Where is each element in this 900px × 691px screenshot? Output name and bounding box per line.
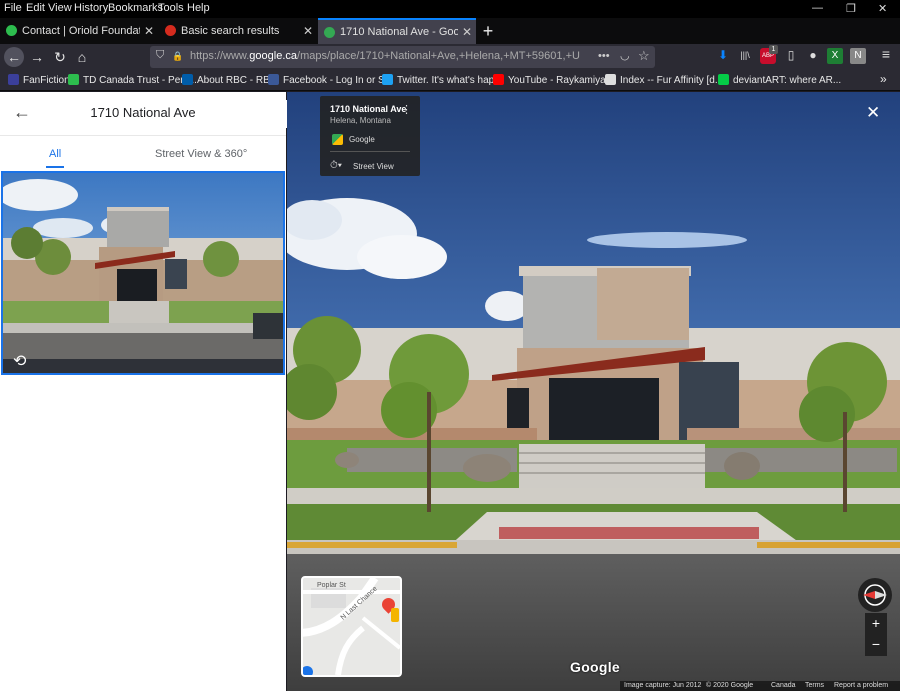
home-button[interactable]: ⌂	[72, 47, 92, 67]
adblock-count-badge: 1	[769, 45, 778, 54]
pegman-icon[interactable]	[391, 608, 399, 622]
tab-favicon	[165, 25, 176, 36]
active-tab-indicator	[46, 166, 64, 168]
menu-history[interactable]: History	[74, 2, 108, 14]
shield-icon[interactable]: ⛉	[156, 49, 164, 62]
window-close-button[interactable]: ✕	[878, 2, 887, 15]
report-problem-link[interactable]: Report a problem	[834, 681, 888, 691]
page-actions-icon[interactable]: •••	[598, 50, 610, 62]
tab-label: 1710 National Ave - Google Ma	[340, 26, 458, 38]
download-icon[interactable]: ⬇	[715, 48, 731, 64]
location-title: 1710 National Ave	[330, 104, 407, 114]
bookmarks-bar: FanFiction TD Canada Trust - Pers... Abo…	[0, 70, 900, 91]
terms-link[interactable]: Terms	[805, 681, 824, 691]
google-maps-icon	[332, 134, 343, 145]
country-link[interactable]: Canada	[771, 681, 796, 691]
tab-bar: Contact | Oriold Foundation ✕ Basic sear…	[0, 18, 900, 44]
twitter-icon	[382, 74, 393, 85]
navigation-bar: ← → ↻ ⌂ ⛉ 🔒 https://www.google.ca/maps/p…	[0, 44, 900, 70]
bookmark-youtube[interactable]: YouTube - Raykamiya'...	[493, 74, 616, 86]
tab-favicon	[324, 27, 335, 38]
time-travel-icon[interactable]: ⏱▾	[330, 160, 342, 171]
zoom-out-button[interactable]: −	[865, 634, 887, 656]
menu-file[interactable]: File	[4, 2, 22, 14]
tab-street-view-360[interactable]: Street View & 360°	[155, 148, 247, 160]
tab-favicon	[6, 25, 17, 36]
pocket-icon[interactable]: ◡	[620, 49, 630, 62]
location-info-card: 1710 National Ave Helena, Montana ⋮ Goog…	[320, 96, 420, 176]
facebook-icon	[268, 74, 279, 85]
panel-header: ← 1710 National Ave	[0, 92, 286, 136]
side-panel: ← 1710 National Ave All Street View & 36…	[0, 92, 286, 691]
tab-google-maps[interactable]: 1710 National Ave - Google Ma ✕	[318, 18, 476, 44]
menu-bar: File Edit View History Bookmarks Tools H…	[0, 0, 900, 18]
copyright-text: © 2020 Google	[706, 682, 754, 689]
tab-search-results[interactable]: Basic search results ✕	[159, 18, 317, 44]
attribution-bar: Image capture: Jun 2012 © 2020 Google Ca…	[620, 681, 900, 691]
library-icon[interactable]: |||\	[737, 50, 753, 66]
back-button[interactable]: ←	[4, 47, 24, 67]
imagery-source[interactable]: Google	[349, 135, 375, 144]
extension-n-icon[interactable]: N	[850, 48, 866, 64]
location-subtitle: Helena, Montana	[330, 116, 391, 125]
rbc-icon	[182, 74, 193, 85]
fanfiction-icon	[8, 74, 19, 85]
menu-view[interactable]: View	[48, 2, 72, 14]
bookmarks-overflow-icon[interactable]: »	[880, 72, 887, 86]
extension-excel-icon[interactable]: X	[827, 48, 843, 64]
bookmark-facebook[interactable]: Facebook - Log In or S...	[268, 74, 393, 86]
tab-close-icon[interactable]: ✕	[144, 18, 154, 44]
restore-button[interactable]: ❐	[846, 2, 856, 15]
bookmark-star-icon[interactable]: ☆	[638, 48, 650, 64]
compass-icon[interactable]	[858, 578, 892, 612]
google-logo: Google	[570, 659, 621, 675]
menu-help[interactable]: Help	[187, 2, 210, 14]
tab-all[interactable]: All	[49, 148, 61, 160]
bookmark-rbc[interactable]: About RBC - RBC	[182, 74, 277, 86]
bookmark-deviantart[interactable]: deviantART: where AR...	[718, 74, 841, 86]
minimize-button[interactable]: —	[812, 2, 823, 14]
menu-bookmarks[interactable]: Bookmarks	[108, 2, 163, 14]
furaffinity-icon	[605, 74, 616, 85]
tab-close-icon[interactable]: ✕	[303, 18, 313, 44]
lock-icon[interactable]: 🔒	[172, 51, 183, 62]
tab-label: Basic search results	[181, 25, 280, 37]
menu-tools[interactable]: Tools	[158, 2, 184, 14]
td-icon	[68, 74, 79, 85]
tab-label: Contact | Oriold Foundation	[22, 25, 140, 37]
street-label-poplar: Poplar St	[317, 582, 346, 589]
tab-close-icon[interactable]: ✕	[462, 20, 472, 44]
url-bar[interactable]: ⛉ 🔒 https://www.google.ca/maps/place/171…	[150, 46, 655, 68]
image-capture-date: Image capture: Jun 2012	[624, 682, 702, 689]
kebab-menu-icon[interactable]: ⋮	[401, 103, 412, 116]
bookmark-twitter[interactable]: Twitter. It's what's hap...	[382, 74, 503, 86]
card-divider	[330, 151, 410, 152]
street-view-thumbnail[interactable]: ⟲	[1, 171, 285, 375]
new-tab-button[interactable]: +	[479, 18, 497, 44]
menu-edit[interactable]: Edit	[26, 2, 45, 14]
tab-oriold[interactable]: Contact | Oriold Foundation ✕	[0, 18, 158, 44]
account-icon[interactable]: ●	[805, 48, 821, 64]
bookmark-fanfiction[interactable]: FanFiction	[8, 74, 70, 86]
street-view-label: Street View	[353, 162, 394, 171]
sidebar-icon[interactable]: ▯	[783, 48, 799, 64]
close-street-view-icon[interactable]: ✕	[866, 103, 880, 123]
deviantart-icon	[718, 74, 729, 85]
mini-map[interactable]: Poplar St N Last Chance	[301, 576, 402, 677]
bookmark-furaffinity[interactable]: Index -- Fur Affinity [d...	[605, 74, 723, 86]
reload-button[interactable]: ↻	[50, 47, 70, 67]
app-menu-icon[interactable]: ≡	[878, 46, 894, 62]
thumbnail-image	[3, 173, 283, 373]
rotate-360-icon: ⟲	[13, 353, 27, 370]
zoom-in-button[interactable]: +	[865, 613, 887, 635]
youtube-icon	[493, 74, 504, 85]
mini-map-drawing	[303, 578, 400, 675]
forward-button[interactable]: →	[27, 47, 47, 67]
panel-title: 1710 National Ave	[90, 105, 196, 120]
compass-needle	[863, 584, 887, 606]
bookmark-td-canada[interactable]: TD Canada Trust - Pers...	[68, 74, 197, 86]
url-text[interactable]: https://www.google.ca/maps/place/1710+Na…	[190, 50, 580, 62]
